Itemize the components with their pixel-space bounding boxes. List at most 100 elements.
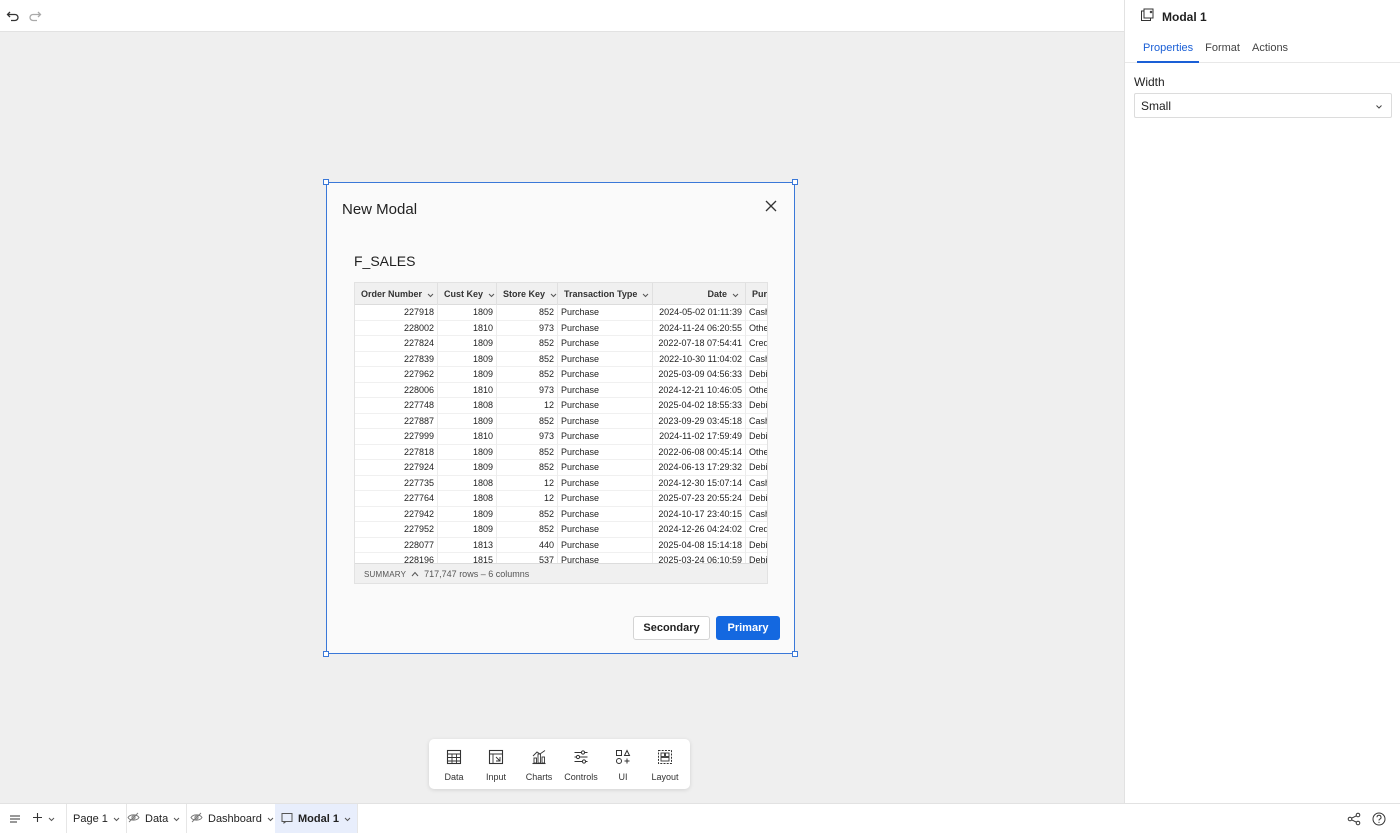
purchase-cell[interactable]: Debit bbox=[746, 538, 767, 554]
order-number-cell[interactable]: 227748 bbox=[355, 398, 438, 414]
transaction-type-cell[interactable]: Purchase bbox=[558, 305, 653, 321]
transaction-type-cell[interactable]: Purchase bbox=[558, 553, 653, 563]
table-summary-bar[interactable]: SUMMARY 717,747 rows – 6 columns bbox=[355, 563, 767, 583]
purchase-cell[interactable]: Cash bbox=[746, 507, 767, 523]
purchase-cell[interactable]: Credit bbox=[746, 336, 767, 352]
purchase-cell[interactable]: Cash bbox=[746, 476, 767, 492]
purchase-cell[interactable]: Cash bbox=[746, 352, 767, 368]
cust-key-cell[interactable]: 1809 bbox=[438, 413, 497, 429]
add-layout-button[interactable]: Layout bbox=[644, 749, 686, 783]
date-cell[interactable]: 2025-03-09 04:56:33 bbox=[653, 367, 746, 383]
cust-key-cell[interactable]: 1809 bbox=[438, 367, 497, 383]
add-input-button[interactable]: Input bbox=[475, 749, 517, 783]
chevron-down-icon[interactable] bbox=[550, 284, 557, 306]
table-row[interactable]: 227764 1808 12 Purchase 2025-07-23 20:55:24 D… bbox=[355, 491, 767, 507]
tab-format[interactable]: Format bbox=[1199, 33, 1246, 62]
column-header-cust-key[interactable]: Cust Key bbox=[438, 283, 497, 305]
resize-handle-bottom-left[interactable] bbox=[323, 651, 329, 657]
add-control-button[interactable]: Controls bbox=[560, 749, 602, 783]
date-cell[interactable]: 2022-06-08 00:45:14 bbox=[653, 444, 746, 460]
table-row[interactable]: 228002 1810 973 Purchase 2024-11-24 06:20:55… bbox=[355, 320, 767, 337]
store-key-cell[interactable]: 852 bbox=[497, 413, 558, 429]
purchase-cell[interactable]: Cash bbox=[746, 305, 767, 321]
store-key-cell[interactable]: 852 bbox=[497, 506, 558, 522]
page-tab-data[interactable]: Data bbox=[121, 804, 188, 833]
table-row[interactable]: 227839 1809 852 Purchase 2022-10-30 11:04:02… bbox=[355, 351, 767, 368]
chevron-down-icon[interactable] bbox=[732, 284, 739, 306]
store-key-cell[interactable]: 440 bbox=[497, 537, 558, 553]
order-number-cell[interactable]: 227924 bbox=[355, 460, 438, 476]
tab-properties[interactable]: Properties bbox=[1137, 33, 1200, 63]
cust-key-cell[interactable]: 1810 bbox=[438, 429, 497, 445]
store-key-cell[interactable]: 973 bbox=[497, 429, 558, 445]
date-cell[interactable]: 2025-03-24 06:10:59 bbox=[653, 553, 746, 563]
table-row[interactable]: 227735 1808 12 Purchase 2024-12-30 15:07:14 C… bbox=[355, 475, 767, 492]
cust-key-cell[interactable]: 1809 bbox=[438, 444, 497, 460]
transaction-type-cell[interactable]: Purchase bbox=[558, 506, 653, 522]
date-cell[interactable]: 2024-10-17 23:40:15 bbox=[653, 506, 746, 522]
date-cell[interactable]: 2023-09-29 03:45:18 bbox=[653, 413, 746, 429]
store-key-cell[interactable]: 12 bbox=[497, 398, 558, 414]
order-number-cell[interactable]: 227887 bbox=[355, 413, 438, 429]
transaction-type-cell[interactable]: Purchase bbox=[558, 336, 653, 352]
store-key-cell[interactable]: 12 bbox=[497, 475, 558, 491]
column-header-order-number[interactable]: Order Number bbox=[355, 283, 438, 305]
date-cell[interactable]: 2024-12-26 04:24:02 bbox=[653, 522, 746, 538]
chevron-down-icon[interactable] bbox=[642, 284, 649, 306]
data-table[interactable]: Order Number Cust Key Store Key Transact… bbox=[354, 282, 768, 584]
modal-element[interactable]: New Modal F_SALES Order Number Cust Key … bbox=[323, 179, 798, 657]
cust-key-cell[interactable]: 1809 bbox=[438, 506, 497, 522]
purchase-cell[interactable]: Other bbox=[746, 321, 767, 337]
lineage-icon[interactable] bbox=[1347, 804, 1361, 833]
store-key-cell[interactable]: 852 bbox=[497, 336, 558, 352]
chevron-down-icon[interactable] bbox=[173, 813, 180, 825]
purchase-cell[interactable]: Cash bbox=[746, 414, 767, 430]
column-header-purchase[interactable]: Purc bbox=[746, 283, 767, 305]
purchase-cell[interactable]: Debit bbox=[746, 398, 767, 414]
date-cell[interactable]: 2022-10-30 11:04:02 bbox=[653, 351, 746, 367]
table-row[interactable]: 228196 1815 537 Purchase 2025-03-24 06:10:59… bbox=[355, 553, 767, 563]
transaction-type-cell[interactable]: Purchase bbox=[558, 444, 653, 460]
tab-actions[interactable]: Actions bbox=[1246, 33, 1294, 62]
cust-key-cell[interactable]: 1813 bbox=[438, 537, 497, 553]
undo-icon[interactable] bbox=[5, 8, 21, 24]
table-row[interactable]: 227924 1809 852 Purchase 2024-06-13 17:29:32… bbox=[355, 460, 767, 476]
order-number-cell[interactable]: 227918 bbox=[355, 305, 438, 321]
page-tab-page-1[interactable]: Page 1 bbox=[66, 804, 127, 833]
chevron-down-icon[interactable] bbox=[427, 284, 434, 306]
order-number-cell[interactable]: 227942 bbox=[355, 506, 438, 522]
cust-key-cell[interactable]: 1815 bbox=[438, 553, 497, 563]
date-cell[interactable]: 2025-04-08 15:14:18 bbox=[653, 537, 746, 553]
date-cell[interactable]: 2024-05-02 01:11:39 bbox=[653, 305, 746, 321]
column-header-date[interactable]: Date bbox=[653, 283, 746, 305]
table-row[interactable]: 227962 1809 852 Purchase 2025-03-09 04:56:33… bbox=[355, 367, 767, 383]
date-cell[interactable]: 2024-11-24 06:20:55 bbox=[653, 320, 746, 336]
transaction-type-cell[interactable]: Purchase bbox=[558, 351, 653, 367]
date-cell[interactable]: 2024-12-30 15:07:14 bbox=[653, 475, 746, 491]
help-icon[interactable] bbox=[1372, 804, 1386, 833]
table-body[interactable]: 227918 1809 852 Purchase 2024-05-02 01:11:39… bbox=[355, 305, 767, 563]
date-cell[interactable]: 2022-07-18 07:54:41 bbox=[653, 336, 746, 352]
transaction-type-cell[interactable]: Purchase bbox=[558, 537, 653, 553]
order-number-cell[interactable]: 227735 bbox=[355, 475, 438, 491]
transaction-type-cell[interactable]: Purchase bbox=[558, 382, 653, 398]
cust-key-cell[interactable]: 1808 bbox=[438, 491, 497, 507]
purchase-cell[interactable]: Other bbox=[746, 383, 767, 399]
order-number-cell[interactable]: 227952 bbox=[355, 522, 438, 538]
cust-key-cell[interactable]: 1808 bbox=[438, 398, 497, 414]
purchase-cell[interactable]: Other bbox=[746, 445, 767, 461]
cust-key-cell[interactable]: 1809 bbox=[438, 460, 497, 476]
summary-label[interactable]: SUMMARY bbox=[364, 570, 406, 579]
chevron-down-icon[interactable] bbox=[488, 284, 495, 306]
chevron-down-icon[interactable] bbox=[267, 813, 274, 825]
date-cell[interactable]: 2024-11-02 17:59:49 bbox=[653, 429, 746, 445]
add-data-button[interactable]: Data bbox=[433, 749, 475, 783]
primary-button[interactable]: Primary bbox=[716, 616, 780, 640]
order-number-cell[interactable]: 227824 bbox=[355, 336, 438, 352]
transaction-type-cell[interactable]: Purchase bbox=[558, 429, 653, 445]
transaction-type-cell[interactable]: Purchase bbox=[558, 320, 653, 336]
table-row[interactable]: 227818 1809 852 Purchase 2022-06-08 00:45:14… bbox=[355, 444, 767, 461]
store-key-cell[interactable]: 852 bbox=[497, 351, 558, 367]
column-header-transaction-type[interactable]: Transaction Type bbox=[558, 283, 653, 305]
transaction-type-cell[interactable]: Purchase bbox=[558, 475, 653, 491]
